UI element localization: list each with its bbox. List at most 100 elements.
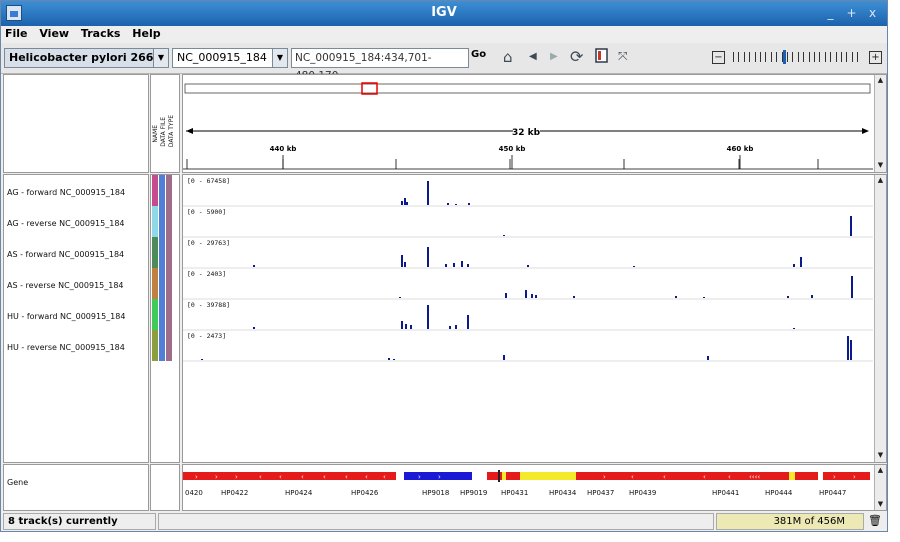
menu-help[interactable]: Help <box>128 26 164 40</box>
zoom-tick[interactable] <box>835 52 837 62</box>
gene-feature[interactable] <box>520 472 576 480</box>
attribute-color-cell[interactable] <box>159 175 165 206</box>
gene-name-label[interactable]: HP9019 <box>460 489 487 497</box>
back-icon[interactable]: ◀ <box>529 51 537 62</box>
data-scrollbar[interactable]: ▲ ▼ <box>874 175 886 462</box>
scroll-up-icon[interactable]: ▲ <box>875 175 886 186</box>
scroll-down-icon[interactable]: ▼ <box>875 499 886 510</box>
header-scrollbar[interactable]: ▲ ▼ <box>874 75 886 172</box>
chromosome-dropdown[interactable]: NC_000915_184 ▼ <box>172 48 288 68</box>
chevron-down-icon[interactable]: ▼ <box>272 49 287 67</box>
gene-track-label[interactable]: Gene <box>7 478 28 487</box>
coverage-track[interactable]: [0 - 5900] <box>183 208 873 238</box>
coverage-track[interactable]: [0 - 39788] <box>183 301 873 331</box>
track-label[interactable]: AS - reverse NC_000915_184 <box>7 281 124 290</box>
track-label[interactable]: AG - forward NC_000915_184 <box>7 188 125 197</box>
refresh-icon[interactable]: ⟳ <box>570 47 583 66</box>
ruler[interactable]: 32 kb 440 kb 450 kb 460 kb <box>183 75 873 172</box>
feature-scrollbar[interactable]: ▲ ▼ <box>874 465 886 510</box>
gene-name-label[interactable]: HP0447 <box>819 489 846 497</box>
attribute-color-cell[interactable] <box>152 175 158 206</box>
attribute-color-cell[interactable] <box>166 330 172 361</box>
minimize-button[interactable]: _ <box>823 6 838 21</box>
attribute-color-cell[interactable] <box>166 237 172 268</box>
zoom-tick[interactable] <box>808 52 810 62</box>
menu-view[interactable]: View <box>35 26 73 40</box>
zoom-tick[interactable] <box>803 52 805 62</box>
coverage-track[interactable]: [0 - 29763] <box>183 239 873 269</box>
region-of-interest-icon[interactable] <box>595 48 608 66</box>
chromosome-ideogram[interactable] <box>184 83 871 94</box>
zoom-tick[interactable] <box>830 52 832 62</box>
attribute-color-cell[interactable] <box>152 268 158 299</box>
coverage-track[interactable]: [0 - 67458] <box>183 177 873 207</box>
zoom-in-icon[interactable]: + <box>869 51 882 64</box>
zoom-tick[interactable] <box>754 52 756 62</box>
genome-dropdown[interactable]: Helicobacter pylori 266... ▼ <box>4 48 169 68</box>
gene-name-label[interactable]: HP9018 <box>422 489 449 497</box>
zoom-tick[interactable] <box>819 52 821 62</box>
attribute-header-data-type[interactable]: DATA TYPE <box>168 115 175 147</box>
attribute-color-cell[interactable] <box>152 299 158 330</box>
zoom-tick[interactable] <box>770 52 772 62</box>
scroll-down-icon[interactable]: ▼ <box>875 450 886 461</box>
trash-icon[interactable]: 🗑 <box>868 514 882 527</box>
gene-feature[interactable] <box>601 472 789 480</box>
gene-feature[interactable] <box>502 472 506 480</box>
gene-feature[interactable] <box>823 472 870 480</box>
resize-icon[interactable]: ⤧ <box>618 49 628 64</box>
maximize-button[interactable]: + <box>844 6 859 21</box>
zoom-tick[interactable] <box>851 52 853 62</box>
attribute-color-cell[interactable] <box>166 206 172 237</box>
zoom-tick[interactable] <box>760 52 761 62</box>
zoom-tick[interactable] <box>743 52 745 62</box>
attribute-color-cell[interactable] <box>166 268 172 299</box>
zoom-tick[interactable] <box>797 52 799 62</box>
gene-feature[interactable] <box>789 472 795 480</box>
close-button[interactable]: x <box>865 6 880 21</box>
menu-tracks[interactable]: Tracks <box>77 26 125 40</box>
attribute-color-cell[interactable] <box>166 175 172 206</box>
gene-name-label[interactable]: HP0439 <box>629 489 656 497</box>
gene-feature[interactable] <box>795 472 818 480</box>
chevron-down-icon[interactable]: ▼ <box>153 49 168 67</box>
attribute-color-cell[interactable] <box>166 299 172 330</box>
scroll-up-icon[interactable]: ▲ <box>875 75 886 86</box>
title-bar[interactable]: IGV _ + x <box>1 1 887 26</box>
gene-name-label[interactable]: HP0441 <box>712 489 739 497</box>
attribute-color-cell[interactable] <box>159 268 165 299</box>
gene-track[interactable]: › › › ‹ ‹ ‹ ‹ ‹ ‹ ‹ › › › ‹ ‹ ‹ ‹ ‹‹‹‹ › ›0420 HP0422 HP0424 H… <box>183 465 873 510</box>
gene-name-label[interactable]: HP0431 <box>501 489 528 497</box>
coverage-track[interactable]: [0 - 2403] <box>183 270 873 300</box>
track-label[interactable]: AG - reverse NC_000915_184 <box>7 219 125 228</box>
gene-name-label[interactable]: HP0437 <box>587 489 614 497</box>
zoom-tick[interactable] <box>787 52 788 62</box>
gene-name-label[interactable]: HP0424 <box>285 489 313 497</box>
forward-icon[interactable]: ▶ <box>550 51 558 62</box>
scroll-down-icon[interactable]: ▼ <box>875 160 886 171</box>
zoom-tick[interactable] <box>765 52 767 62</box>
gene-name-label[interactable]: HP0426 <box>351 489 379 497</box>
zoom-out-icon[interactable]: − <box>712 51 725 64</box>
scroll-up-icon[interactable]: ▲ <box>875 465 886 476</box>
gene-name-label[interactable]: HP0422 <box>221 489 248 497</box>
zoom-tick[interactable] <box>749 52 751 62</box>
attribute-header-data-file[interactable]: DATA FILE <box>160 117 167 147</box>
attribute-color-cell[interactable] <box>159 330 165 361</box>
gene-feature[interactable] <box>506 472 520 480</box>
track-label[interactable]: HU - reverse NC_000915_184 <box>7 343 125 352</box>
zoom-tick[interactable] <box>814 52 815 62</box>
zoom-tick[interactable] <box>857 52 859 62</box>
gene-feature[interactable] <box>576 472 601 480</box>
memory-status[interactable]: 381M of 456M <box>716 513 864 530</box>
attribute-color-cell[interactable] <box>152 330 158 361</box>
zoom-tick[interactable] <box>846 52 848 62</box>
zoom-tick[interactable] <box>733 52 734 62</box>
track-label[interactable]: AS - forward NC_000915_184 <box>7 250 124 259</box>
gene-feature[interactable] <box>498 470 500 482</box>
go-button[interactable]: Go <box>471 49 486 60</box>
attribute-header-name[interactable]: NAME <box>152 125 159 143</box>
gene-name-label[interactable]: HP0434 <box>549 489 577 497</box>
home-icon[interactable]: ⌂ <box>503 48 513 66</box>
gene-name-label[interactable]: 0420 <box>185 489 203 497</box>
